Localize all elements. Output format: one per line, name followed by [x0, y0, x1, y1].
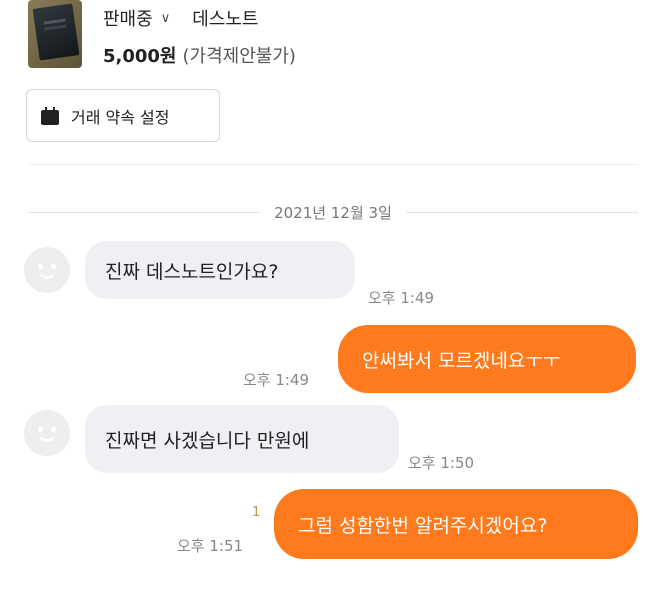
message-bubble-outgoing[interactable]: 그럼 성함한번 알려주시겠어요?: [274, 489, 638, 559]
unread-count-badge: 1: [252, 505, 261, 520]
smiley-avatar-icon: [24, 410, 70, 456]
date-separator-line: [28, 211, 261, 213]
schedule-appointment-button[interactable]: 거래 약속 설정: [26, 89, 220, 142]
avatar[interactable]: [24, 410, 70, 456]
message-bubble-incoming[interactable]: 진짜 데스노트인가요?: [85, 241, 355, 299]
product-price: 5,000원: [103, 46, 177, 67]
chat-date: 2021년 12월 3일: [274, 203, 392, 222]
message-text: 안써봐서 모르겠네요ㅜㅜ: [362, 349, 561, 372]
calendar-icon: [41, 106, 59, 125]
message-time: 오후 1:50: [408, 454, 475, 472]
message-bubble-incoming[interactable]: 진짜면 사겠습니다 만원에: [85, 405, 399, 473]
header-divider: [28, 164, 638, 165]
sale-status-dropdown[interactable]: 판매중: [103, 5, 153, 31]
schedule-button-label: 거래 약속 설정: [71, 107, 170, 127]
product-price-row: 5,000원 (가격제안불가): [103, 42, 296, 68]
message-time: 오후 1:51: [177, 537, 244, 555]
message-text: 진짜 데스노트인가요?: [105, 260, 279, 283]
avatar[interactable]: [24, 247, 70, 293]
message-bubble-outgoing[interactable]: 안써봐서 모르겠네요ㅜㅜ: [338, 325, 636, 393]
product-thumbnail[interactable]: [28, 0, 82, 68]
message-time: 오후 1:49: [243, 371, 310, 389]
message-time: 오후 1:49: [368, 289, 435, 307]
product-status-row: 판매중 ∨ 데스노트: [103, 6, 258, 30]
smiley-avatar-icon: [24, 247, 70, 293]
message-text: 진짜면 사겠습니다 만원에: [105, 429, 310, 452]
date-separator: 2021년 12월 3일: [28, 202, 638, 222]
product-title: 데스노트: [192, 9, 259, 30]
price-note: (가격제안불가): [182, 46, 296, 67]
notebook-image: [32, 3, 80, 61]
chevron-down-icon[interactable]: ∨: [161, 11, 171, 26]
chat-screen: 판매중 ∨ 데스노트 5,000원 (가격제안불가) 거래 약속 설정 2021…: [0, 0, 658, 605]
date-separator-line: [405, 211, 638, 213]
message-text: 그럼 성함한번 알려주시겠어요?: [298, 514, 548, 537]
